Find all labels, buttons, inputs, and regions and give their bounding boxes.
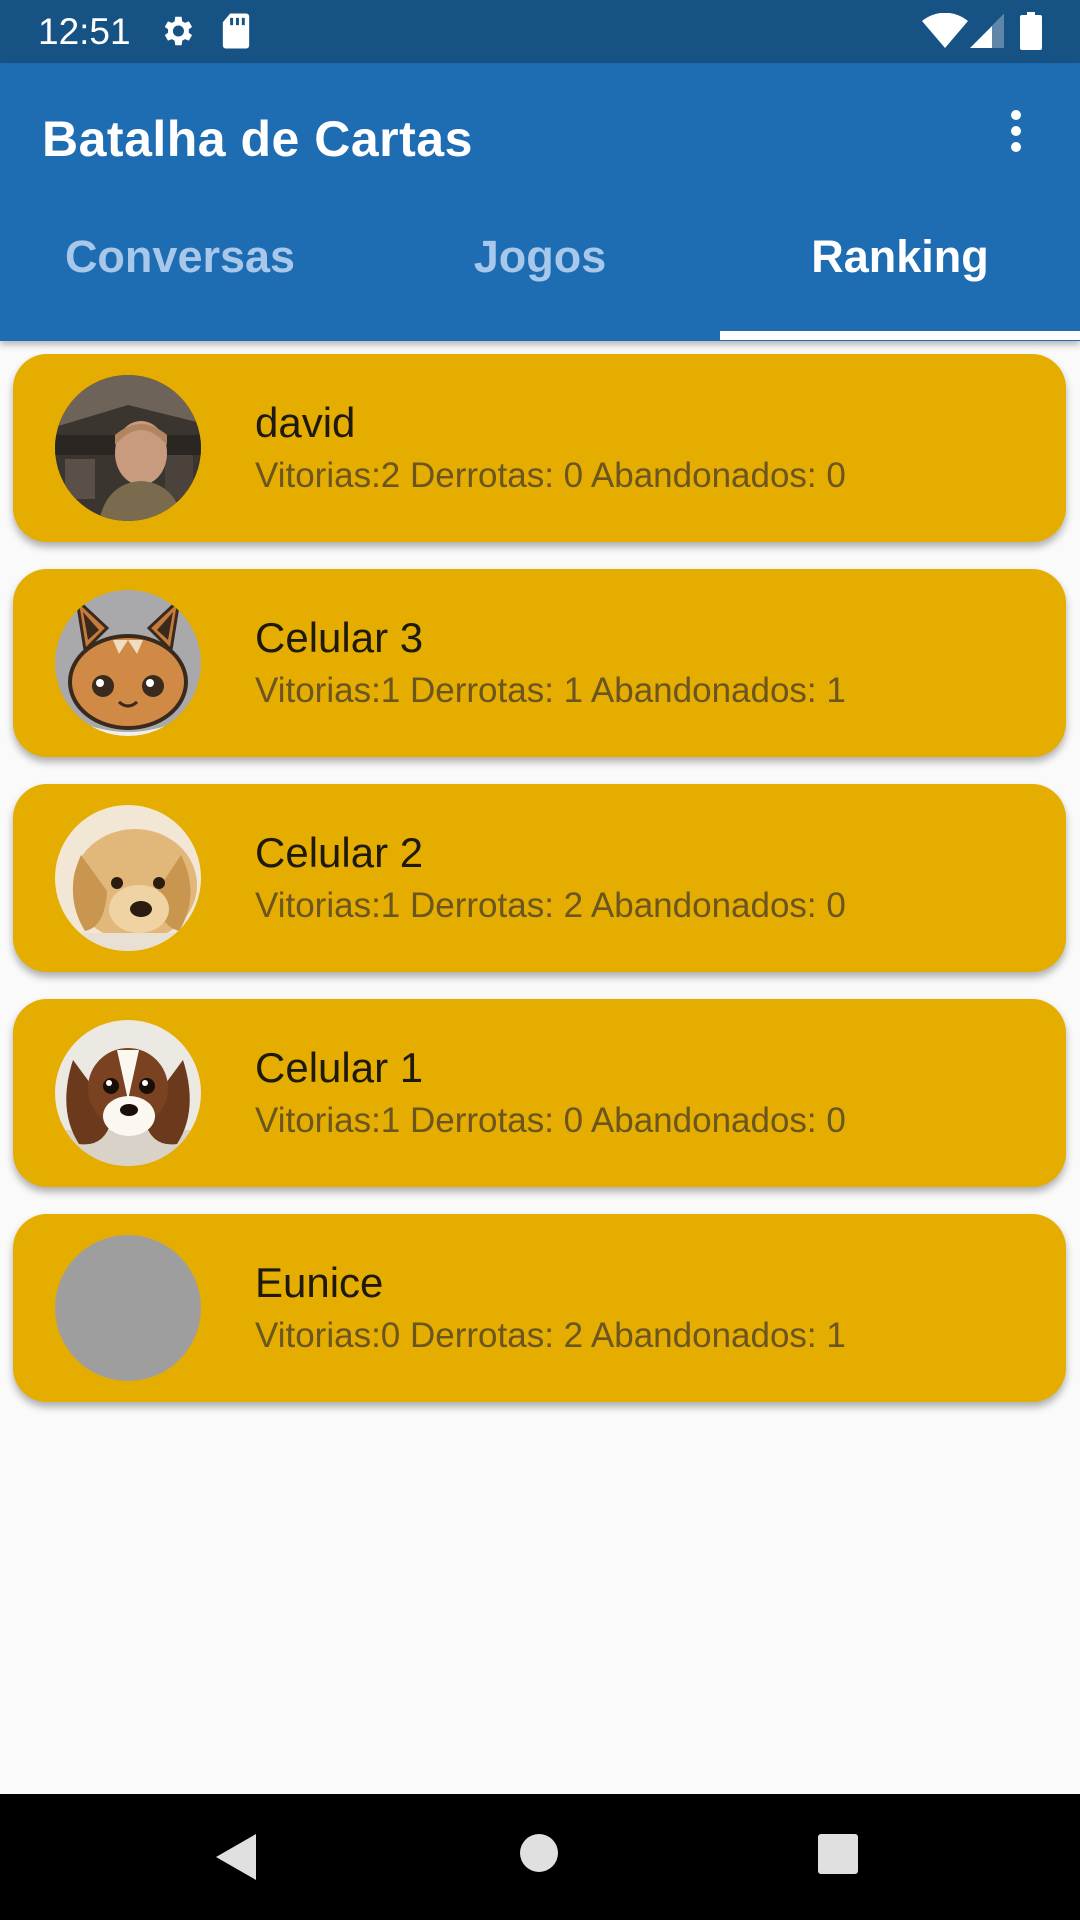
recents-icon[interactable] [817,1833,859,1875]
player-stats: Vitorias:1 Derrotas: 0 Abandonados: 0 [255,1101,846,1140]
player-stats: Vitorias:2 Derrotas: 0 Abandonados: 0 [255,456,846,495]
status-bar: 12:51 [0,0,1080,63]
player-name: Celular 3 [255,614,424,661]
tab-conversas[interactable]: Conversas [0,206,360,336]
avatar-man-photo [55,375,201,521]
cell-signal-icon [970,14,1004,48]
more-vert-icon[interactable] [998,109,1034,153]
avatar-spaniel-dog [55,1020,201,1166]
player-stats: Vitorias:1 Derrotas: 1 Abandonados: 1 [255,671,846,710]
player-name: david [255,399,356,446]
battery-icon [1020,12,1042,50]
gear-icon [158,12,196,50]
tab-jogos[interactable]: Jogos [360,206,720,336]
avatar-golden-puppy [55,805,201,951]
app-title: Batalha de Cartas [42,111,473,167]
avatar-cartoon-fox [55,590,201,736]
tab-indicator [720,331,1080,340]
home-icon[interactable] [519,1833,559,1873]
wifi-icon [922,12,968,49]
navigation-bar [0,1794,1080,1920]
ranking-item-celular-2[interactable]: Celular 2 Vitorias:1 Derrotas: 2 Abandon… [13,784,1066,972]
ranking-item-david[interactable]: david Vitorias:2 Derrotas: 0 Abandonados… [13,354,1066,542]
player-name: Celular 2 [255,829,424,876]
avatar-placeholder [55,1235,201,1381]
player-stats: Vitorias:0 Derrotas: 2 Abandonados: 1 [255,1316,846,1355]
ranking-item-celular-3[interactable]: Celular 3 Vitorias:1 Derrotas: 1 Abandon… [13,569,1066,757]
back-icon[interactable] [216,1832,260,1882]
tab-ranking[interactable]: Ranking [720,206,1080,336]
status-time: 12:51 [38,11,131,52]
player-name: Celular 1 [255,1044,424,1091]
app-bar: Batalha de Cartas Conversas Jogos Rankin… [0,63,1080,341]
sd-card-icon [221,12,251,50]
player-stats: Vitorias:1 Derrotas: 2 Abandonados: 0 [255,886,846,925]
player-name: Eunice [255,1259,384,1306]
ranking-item-celular-1[interactable]: Celular 1 Vitorias:1 Derrotas: 0 Abandon… [13,999,1066,1187]
ranking-item-eunice[interactable]: Eunice Vitorias:0 Derrotas: 2 Abandonado… [13,1214,1066,1402]
